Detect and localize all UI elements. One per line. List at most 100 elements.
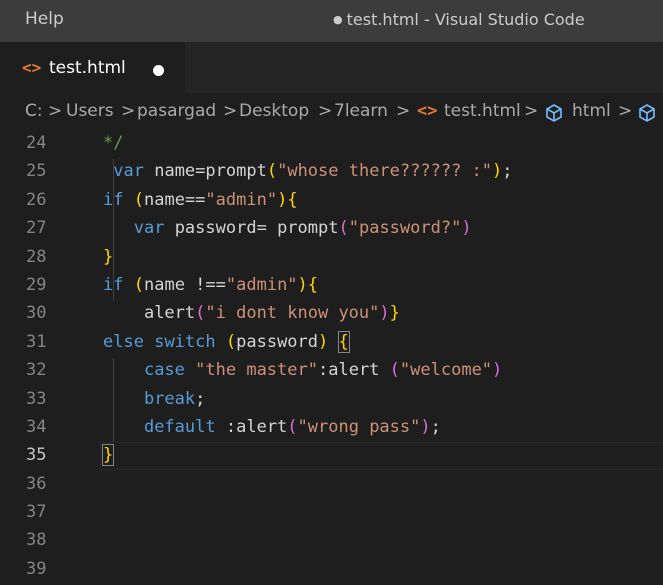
string: "welcome"	[399, 360, 493, 380]
code-line[interactable]: 30 alert("i dont know you")}	[0, 301, 663, 329]
code-line[interactable]: 25 var name=prompt("whose there?????? :"…	[0, 159, 663, 187]
breadcrumb-user[interactable]: pasargad	[137, 101, 216, 121]
keyword: var	[133, 218, 165, 238]
identifier: password	[236, 332, 319, 352]
breadcrumb-users[interactable]: Users	[66, 101, 114, 121]
bracket: )	[461, 218, 472, 238]
operator: !==	[184, 275, 226, 295]
code-line[interactable]: 38	[0, 528, 663, 556]
line-number: 32	[26, 360, 47, 380]
keyword: switch	[154, 332, 216, 352]
chevron-right-icon: >	[396, 101, 411, 121]
bracket: (	[389, 360, 400, 380]
tab-test-html[interactable]: <> test.html	[0, 42, 185, 94]
code-line[interactable]: 29 if (name !=="admin"){	[0, 273, 663, 301]
code-line[interactable]: 39	[0, 557, 663, 585]
breadcrumb-folder[interactable]: 7learn	[334, 101, 388, 121]
line-number: 29	[26, 275, 47, 295]
breadcrumb: C: > Users > pasargad > Desktop > 7learn…	[0, 93, 663, 131]
cube-symbol-icon	[639, 104, 655, 122]
code-editor[interactable]: 24 */ 25 var name=prompt("whose there???…	[0, 131, 663, 579]
function-call: prompt	[277, 218, 339, 238]
chevron-right-icon: >	[618, 101, 633, 121]
tab-label: test.html	[49, 58, 126, 78]
function-call: alert	[143, 303, 196, 323]
line-number: 27	[26, 218, 47, 238]
bracket: (	[287, 417, 298, 437]
code-line[interactable]: 35 }	[0, 443, 663, 471]
matched-bracket: }	[101, 444, 115, 466]
operator: =	[195, 161, 206, 181]
html-file-icon: <>	[417, 101, 438, 121]
string: "wrong pass"	[297, 417, 421, 437]
breadcrumb-drive[interactable]: C:	[25, 101, 43, 121]
keyword: var	[113, 161, 144, 181]
keyword: if	[103, 190, 124, 210]
unsaved-dot-icon: ●	[333, 13, 343, 26]
code-line[interactable]: 32 case "the master":alert ("welcome")	[0, 358, 663, 386]
code-line[interactable]: 33 break;	[0, 387, 663, 415]
identifier: name	[143, 275, 185, 295]
line-number: 36	[26, 474, 47, 494]
chevron-right-icon: >	[223, 101, 238, 121]
bracket: )	[492, 161, 503, 181]
string: "password?"	[348, 218, 462, 238]
string: "admin"	[205, 190, 278, 210]
code-line[interactable]: 36	[0, 472, 663, 500]
chevron-right-icon: >	[524, 101, 539, 121]
string: "the master"	[195, 360, 318, 380]
code-line[interactable]: 27 var password= prompt("password?")	[0, 216, 663, 244]
semicolon: ;	[195, 389, 206, 409]
bracket: (	[225, 332, 237, 352]
string: "admin"	[225, 275, 298, 295]
menu-help[interactable]: Help	[25, 9, 64, 29]
line-number: 24	[26, 133, 47, 153]
unsaved-changes-icon[interactable]	[153, 65, 164, 76]
string: "whose there?????? :"	[277, 161, 493, 181]
function-call: prompt	[205, 161, 267, 181]
bracket: {	[287, 190, 298, 210]
tab-strip: <> test.html	[0, 42, 663, 94]
code-line[interactable]: 26 if (name=="admin"){	[0, 188, 663, 216]
breadcrumb-file[interactable]: test.html	[444, 101, 521, 121]
keyword: if	[103, 275, 124, 295]
line-number: 26	[26, 190, 47, 210]
breadcrumb-symbol[interactable]: html	[572, 101, 611, 121]
matched-bracket: {	[337, 331, 350, 353]
code-line[interactable]: 31 else switch (password) {	[0, 330, 663, 358]
bracket: (	[133, 275, 144, 295]
code-comment: */	[103, 133, 124, 153]
operator: ==	[184, 190, 206, 210]
semicolon: ;	[430, 417, 441, 437]
bracket: }	[389, 303, 400, 323]
bracket: (	[133, 190, 144, 210]
identifier: password	[174, 218, 257, 238]
code-line[interactable]: 28 }	[0, 245, 663, 273]
line-number: 38	[26, 530, 47, 550]
breadcrumb-desktop[interactable]: Desktop	[239, 101, 309, 121]
code-line[interactable]: 37	[0, 500, 663, 528]
code-line[interactable]: 24 */	[0, 131, 663, 159]
function-call: alert	[328, 360, 380, 380]
bracket: )	[379, 303, 390, 323]
chevron-right-icon: >	[48, 101, 63, 121]
identifier: name	[154, 161, 196, 181]
chevron-right-icon: >	[121, 101, 136, 121]
bracket: )	[420, 417, 431, 437]
colon: :	[317, 360, 329, 380]
operator: =	[256, 218, 278, 238]
line-number: 39	[26, 559, 47, 579]
code-line[interactable]: 34 default :alert("wrong pass");	[0, 415, 663, 443]
bracket: }	[103, 247, 114, 267]
keyword: default	[143, 417, 216, 437]
keyword: case	[143, 360, 185, 380]
keyword: else	[103, 332, 144, 352]
string: "i dont know you"	[205, 303, 380, 323]
window-title: ● test.html - Visual Studio Code	[333, 10, 585, 29]
bracket: )	[492, 360, 503, 380]
cube-symbol-icon	[546, 104, 562, 122]
colon: :	[225, 417, 237, 437]
line-number: 33	[26, 389, 47, 409]
line-number: 25	[26, 161, 47, 181]
bracket: (	[338, 218, 349, 238]
